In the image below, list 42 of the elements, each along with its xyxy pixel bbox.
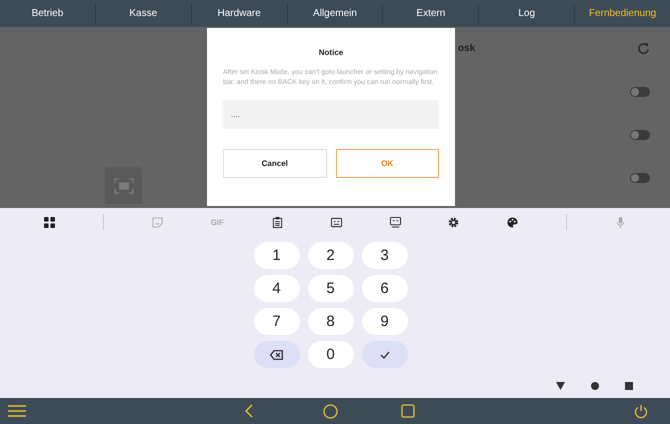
monitor-icon[interactable] <box>390 216 401 228</box>
digit-key[interactable]: 4 <box>254 275 300 302</box>
clipboard-icon[interactable] <box>272 216 283 228</box>
tab[interactable]: Hardware <box>190 4 287 23</box>
digit-key[interactable]: 3 <box>362 242 408 269</box>
backspace-key[interactable] <box>254 341 300 368</box>
toggle-switch[interactable] <box>630 130 650 140</box>
digit-key[interactable]: 0 <box>308 341 354 368</box>
power-icon[interactable] <box>634 404 648 418</box>
settings-icon[interactable] <box>448 216 460 228</box>
fullscreen-icon <box>114 178 134 194</box>
back-icon[interactable] <box>245 404 253 418</box>
setting-label: osk <box>458 43 476 54</box>
refresh-icon[interactable] <box>637 42 650 55</box>
tab[interactable]: Log <box>478 4 574 23</box>
digit-key[interactable]: 2 <box>308 242 354 269</box>
toggle-switch[interactable] <box>630 172 650 182</box>
digit-key[interactable]: 9 <box>362 308 408 335</box>
triangle-icon[interactable] <box>556 382 565 390</box>
cancel-button[interactable]: Cancel <box>223 149 326 178</box>
home-icon[interactable] <box>323 404 338 418</box>
digit-key[interactable]: 1 <box>254 242 300 269</box>
tab[interactable]: Kasse <box>94 4 191 23</box>
palette-icon[interactable] <box>507 216 518 228</box>
dialog-title: Notice <box>318 48 344 57</box>
tab[interactable]: Allgemein <box>286 4 382 23</box>
input-field[interactable]: .... <box>223 100 439 129</box>
tab[interactable]: Extern <box>382 4 478 23</box>
tab[interactable]: Betrieb <box>0 4 95 23</box>
digit-key[interactable]: 7 <box>254 308 300 335</box>
digit-key[interactable]: 5 <box>308 275 354 302</box>
checkmark-icon <box>380 350 390 358</box>
menu-icon[interactable] <box>8 405 26 417</box>
tab[interactable]: Fernbedienung <box>574 4 670 23</box>
keyboard-icon[interactable] <box>330 216 342 228</box>
recents-icon[interactable] <box>401 404 415 418</box>
dot-icon[interactable] <box>591 382 599 390</box>
digit-key[interactable]: 8 <box>308 308 354 335</box>
backspace-icon <box>270 350 283 360</box>
toggle-switch[interactable] <box>630 86 650 96</box>
grid-icon[interactable] <box>44 216 55 228</box>
digit-key[interactable]: 6 <box>362 275 408 302</box>
